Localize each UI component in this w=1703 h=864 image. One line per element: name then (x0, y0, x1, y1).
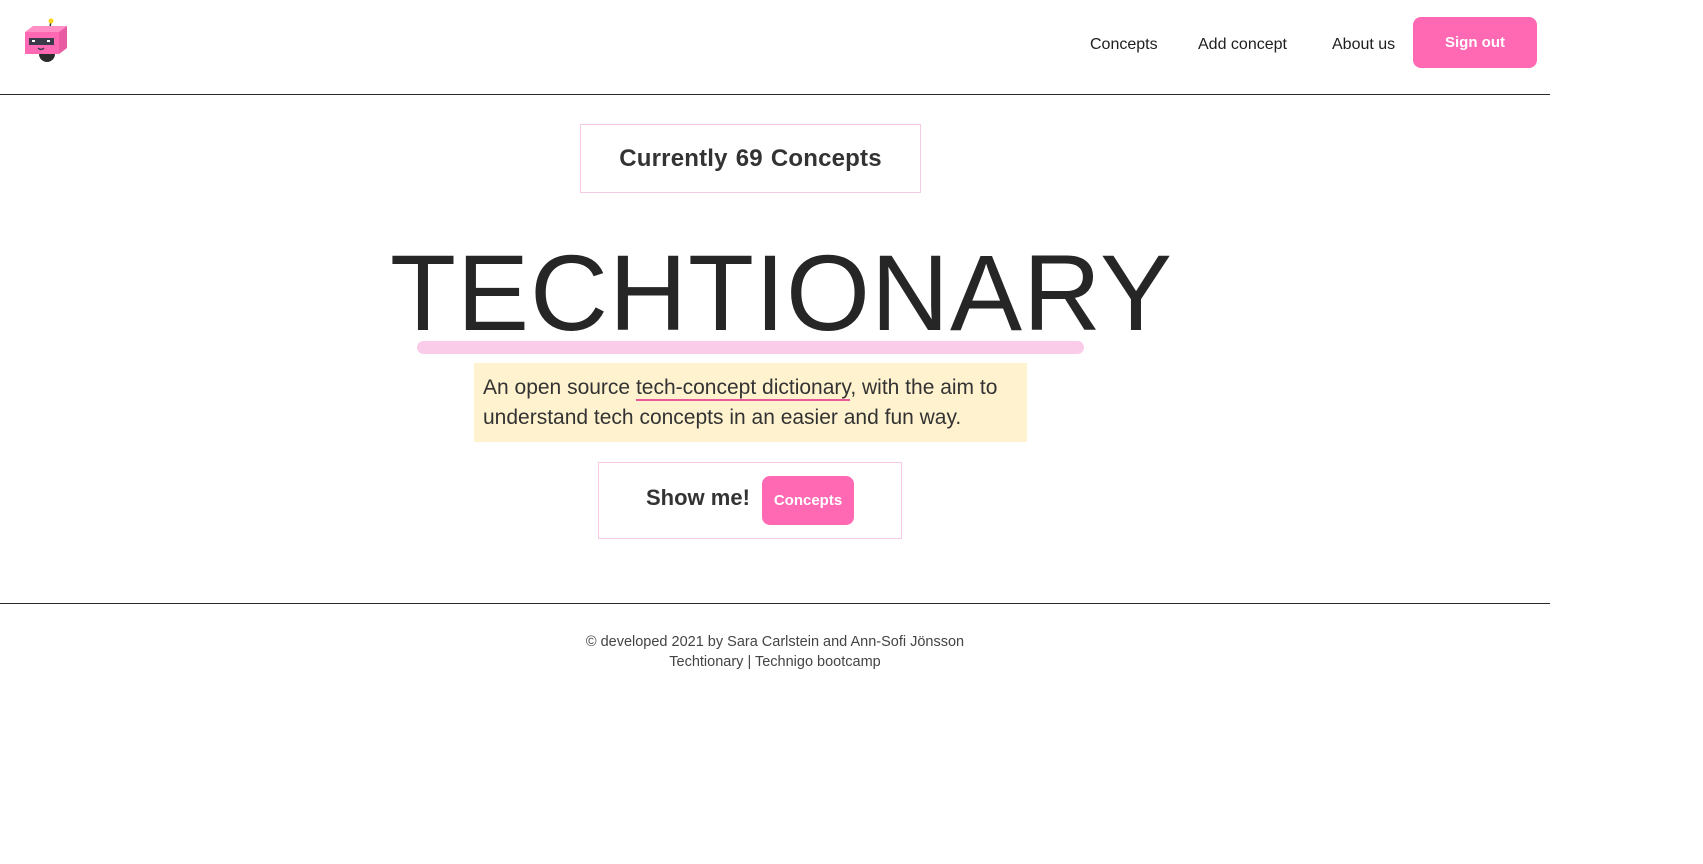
footer-project: Techtionary | Technigo bootcamp (669, 654, 881, 670)
tagline-highlight: tech-concept dictionary (635, 376, 851, 401)
hero-tagline: An open source tech-concept dictionary, … (474, 363, 1027, 442)
nav-add-concept-link[interactable]: Add concept (1198, 36, 1287, 54)
site-header: Concepts Add concept About us Sign out (0, 0, 1550, 95)
site-footer: © developed 2021 by Sara Carlstein and A… (0, 603, 1550, 672)
robot-logo-icon[interactable] (22, 16, 72, 66)
footer-credits: © developed 2021 by Sara Carlstein and A… (585, 634, 965, 650)
counter-count: 69 (735, 144, 763, 172)
concept-counter: Currently 69 Concepts (580, 124, 921, 193)
sign-out-button[interactable]: Sign out (1413, 17, 1537, 68)
counter-suffix: Concepts (770, 144, 882, 172)
tagline-before: An open source (483, 376, 636, 399)
show-me-box: Show me! Concepts (598, 462, 902, 539)
hero-title: TECHTIONARY (390, 232, 1174, 353)
title-underline (417, 341, 1084, 354)
nav-about-us-link[interactable]: About us (1332, 36, 1395, 54)
nav-concepts-link[interactable]: Concepts (1090, 36, 1158, 54)
concepts-button[interactable]: Concepts (762, 476, 854, 525)
counter-prefix: Currently (619, 144, 728, 172)
show-me-label: Show me! (646, 485, 750, 510)
